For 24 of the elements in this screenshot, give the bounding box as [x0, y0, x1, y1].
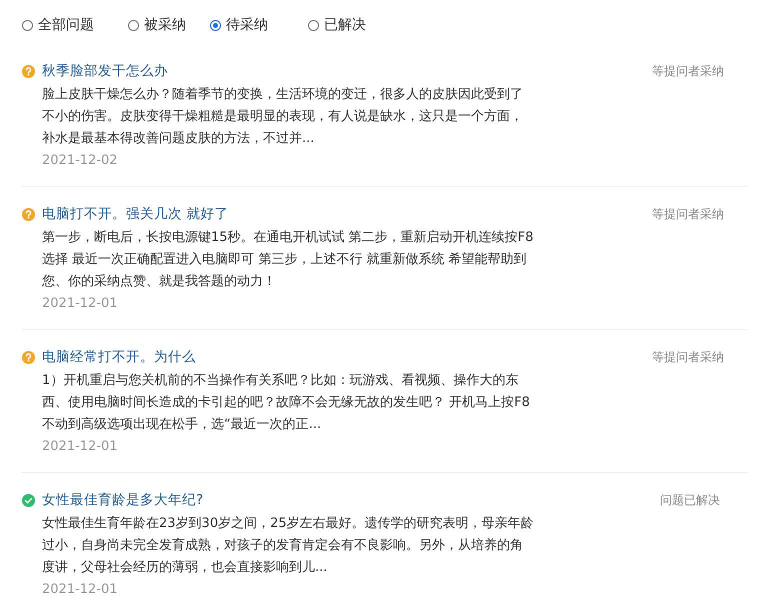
question-icon	[22, 64, 35, 78]
question-icon	[22, 208, 35, 220]
question-status: 问题已解决	[660, 492, 721, 508]
question-date: 2021-12-01	[42, 438, 119, 456]
filter-radio[interactable]: 全部问题	[22, 16, 128, 34]
question-title-link[interactable]: 电脑打不开。强关几次 就好了	[42, 205, 228, 223]
question-date: 2021-12-01	[42, 581, 119, 599]
answer-excerpt: 女性最佳生育年龄在23岁到30岁之间，25岁左右最好。遗传学的研究表明，母亲年龄 过小，自身尚未完全发育成熟，对孩子的发育肯定会有不良影响。另外，从培养的角 度讲，父母社会经历的薄弱，也会直接影响到儿...	[42, 514, 535, 577]
filter-radio[interactable]: 待采纳	[210, 16, 308, 34]
answer-excerpt: 脸上皮肤干燥怎么办？随着季节的变换，生活环境的变迁，很多人的皮肤因此受到了 不小的伤害。皮肤变得干燥粗糙是最明显的表现，有人说是缺水，这只是一个方面， 补水是最基本得改善问题皮肤的方法，不过并...	[42, 86, 524, 148]
check-icon	[22, 494, 35, 506]
question-date: 2021-12-02	[42, 152, 119, 170]
question-title-link[interactable]: 女性最佳育龄是多大年纪?	[42, 491, 204, 509]
question-title-link[interactable]: 电脑经常打不开。为什么	[42, 348, 196, 366]
answer-excerpt: 1）开机重启与您关机前的不当操作有关系吧？比如：玩游戏、看视频、操作大的东 西、使用电脑时间长造成的卡引起的吧？故障不会无缘无故的发生吧？ 开机马上按F8 不动到高级选项出现在松手，选“最近一次的正...	[42, 372, 531, 434]
filter-radio[interactable]: 已解决	[308, 16, 414, 34]
question-icon	[22, 350, 35, 364]
question-status: 等提问者采纳	[652, 62, 725, 80]
question-title-link[interactable]: 秋季脸部发干怎么办	[42, 62, 168, 80]
question-date: 2021-12-01	[42, 295, 119, 313]
filter-radio[interactable]: 被采纳	[128, 16, 210, 34]
answer-excerpt: 第一步，断电后，长按电源键15秒。在通电开机试试 第二步，重新启动开机连续按F8 选择 最近一次正确配置进入电脑即可 第三步，上述不行 就重新做系统 希望能帮助到 您、你的采纳点赞、就是我答题的动力！	[42, 229, 534, 291]
question-status: 等提问者采纳	[652, 206, 725, 222]
question-status: 等提问者采纳	[652, 348, 725, 366]
